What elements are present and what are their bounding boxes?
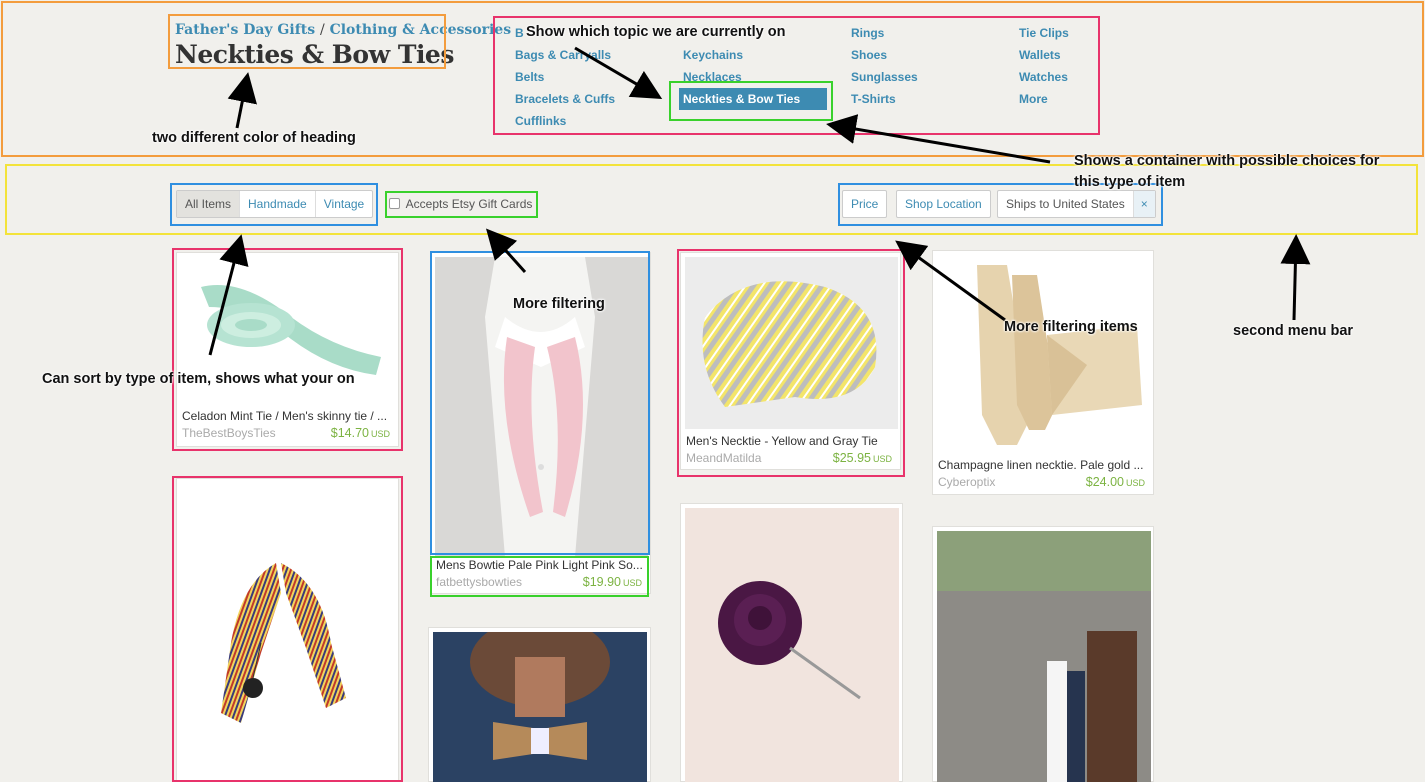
annotation-topic: Show which topic we are currently on	[526, 24, 786, 40]
category-item-belts[interactable]: Belts	[515, 70, 544, 84]
breadcrumb-link-clothing[interactable]: Clothing & Accessories	[330, 22, 512, 38]
annotation-container-line1: Shows a container with possible choices …	[1074, 153, 1380, 169]
gift-card-filter[interactable]: Accepts Etsy Gift Cards	[389, 197, 532, 211]
listing-shop[interactable]: TheBestBoysTies	[182, 426, 276, 440]
shop-location-filter-button[interactable]: Shop Location	[896, 190, 991, 218]
category-item-bracelets[interactable]: Bracelets & Cuffs	[515, 92, 615, 106]
category-item-bags[interactable]: Bags & Carryalls	[515, 48, 611, 62]
category-item-shoes[interactable]: Shoes	[851, 48, 887, 62]
listing-title[interactable]: Champagne linen necktie. Pale gold ...	[938, 458, 1148, 472]
category-item-keychains[interactable]: Keychains	[683, 48, 743, 62]
listing-card[interactable]: Champagne linen necktie. Pale gold ... C…	[932, 250, 1154, 495]
breadcrumb: Father's Day Gifts / Clothing & Accessor…	[175, 22, 511, 38]
annotation-more-filtering: More filtering	[513, 296, 605, 312]
annotation-second-menu: second menu bar	[1233, 323, 1354, 339]
listing-card[interactable]: Men's Necktie - Yellow and Gray Tie Mean…	[680, 252, 901, 470]
annotation-sort: Can sort by type of item, shows what you…	[42, 371, 355, 387]
category-item-watches[interactable]: Watches	[1019, 70, 1068, 84]
page-title: Neckties & Bow Ties	[175, 40, 454, 69]
listing-image-wedding-photo[interactable]	[937, 531, 1151, 782]
listing-title[interactable]: Celadon Mint Tie / Men's skinny tie / ..…	[182, 409, 394, 423]
listing-image-zebra-bowtie[interactable]	[181, 483, 395, 782]
annotation-container-line2: this type of item	[1074, 174, 1186, 190]
listing-title[interactable]: Mens Bowtie Pale Pink Light Pink So...	[436, 558, 646, 572]
listing-card[interactable]	[932, 526, 1154, 782]
filter-handmade[interactable]: Handmade	[240, 191, 316, 217]
listing-shop[interactable]: fatbettysbowties	[436, 575, 522, 589]
listing-title[interactable]: Men's Necktie - Yellow and Gray Tie	[686, 434, 896, 448]
item-type-toggle: All Items Handmade Vintage	[176, 190, 374, 218]
category-item-b[interactable]: B	[515, 26, 524, 40]
close-icon[interactable]: ×	[1132, 191, 1155, 217]
listing-image-wood-bowtie[interactable]	[433, 632, 647, 782]
listing-card[interactable]	[428, 627, 651, 782]
category-item-tshirts[interactable]: T-Shirts	[851, 92, 896, 106]
filter-vintage[interactable]: Vintage	[316, 191, 372, 217]
category-item-neckties-active[interactable]: Neckties & Bow Ties	[679, 88, 827, 110]
listing-shop[interactable]: Cyberoptix	[938, 475, 995, 489]
listing-price: $14.70 USD	[330, 426, 390, 440]
listing-image-champagne-tie[interactable]	[937, 255, 1151, 453]
listing-card[interactable]	[176, 478, 399, 782]
category-item-cufflinks[interactable]: Cufflinks	[515, 114, 566, 128]
breadcrumb-separator: /	[319, 22, 325, 38]
ships-to-filter: Ships to United States ×	[997, 190, 1156, 218]
listing-card[interactable]: Celadon Mint Tie / Men's skinny tie / ..…	[176, 252, 399, 447]
filter-all-items[interactable]: All Items	[177, 191, 241, 217]
listing-price: $25.95 USD	[832, 451, 892, 465]
listing-price: $24.00 USD	[1085, 475, 1145, 489]
category-item-wallets[interactable]: Wallets	[1019, 48, 1061, 62]
category-item-tie-clips[interactable]: Tie Clips	[1019, 26, 1069, 40]
listing-shop[interactable]: MeandMatilda	[686, 451, 761, 465]
price-filter-button[interactable]: Price	[842, 190, 888, 218]
listing-price: $19.90 USD	[582, 575, 642, 589]
annotation-heading: two different color of heading	[152, 130, 356, 146]
category-item-sunglasses[interactable]: Sunglasses	[851, 70, 918, 84]
breadcrumb-link-fathers-day[interactable]: Father's Day Gifts	[175, 22, 315, 38]
checkbox-icon[interactable]	[389, 198, 400, 209]
category-item-necklaces[interactable]: Necklaces	[683, 70, 742, 84]
gift-card-label: Accepts Etsy Gift Cards	[405, 197, 533, 211]
annotation-more-filtering-items: More filtering items	[1004, 319, 1138, 335]
ships-to-label: Ships to United States	[1006, 197, 1125, 211]
listing-image-yellow-tie[interactable]	[685, 257, 898, 429]
category-item-more[interactable]: More	[1019, 92, 1048, 106]
category-item-rings[interactable]: Rings	[851, 26, 884, 40]
listing-image-rose-pin[interactable]	[685, 508, 899, 782]
listing-card[interactable]	[680, 503, 903, 782]
